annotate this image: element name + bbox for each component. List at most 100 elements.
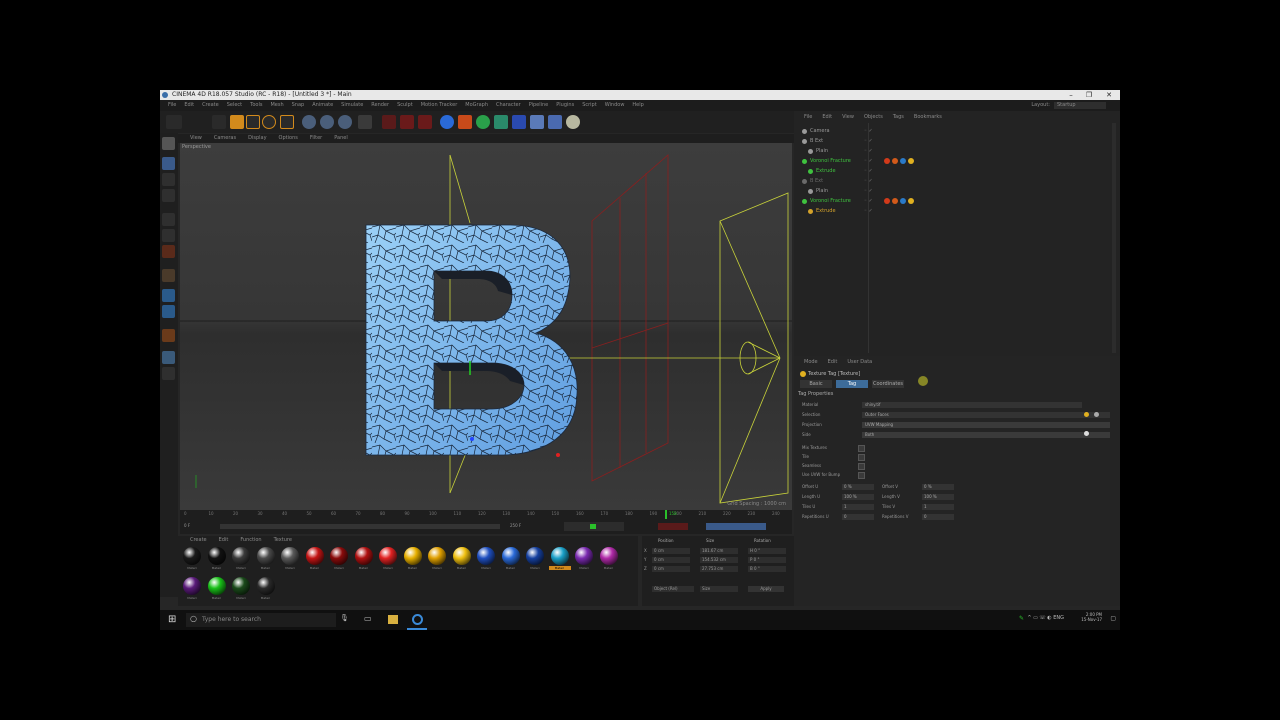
rotation-field[interactable]: B 0 ° <box>748 566 786 572</box>
rotation-field[interactable]: H 0 ° <box>748 548 786 554</box>
menu-item[interactable]: Tools <box>250 100 262 111</box>
select-icon[interactable] <box>212 115 226 129</box>
model-mode-icon[interactable] <box>162 157 175 170</box>
uv-field[interactable]: 0 <box>842 514 874 520</box>
object-menu-item[interactable]: Edit <box>822 113 832 122</box>
object-name[interactable]: Voronoi Fracture <box>810 197 851 206</box>
material-menu-item[interactable]: Create <box>190 536 207 544</box>
undo-icon[interactable] <box>166 115 182 129</box>
checkbox[interactable] <box>858 472 865 479</box>
material-swatch[interactable]: Materi <box>378 546 398 570</box>
end-frame[interactable]: 250 F <box>510 523 521 528</box>
attribute-menu-item[interactable]: Edit <box>828 358 838 367</box>
tag-icon[interactable] <box>908 158 914 164</box>
z-axis-icon[interactable] <box>338 115 352 129</box>
tray-app-icon[interactable]: ✎ <box>1019 615 1024 622</box>
position-field[interactable]: 0 cm <box>652 548 690 554</box>
viewport-menu-item[interactable]: View <box>190 134 202 143</box>
move-icon[interactable] <box>230 115 244 129</box>
menu-item[interactable]: MoGraph <box>465 100 488 111</box>
x-axis-icon[interactable] <box>302 115 316 129</box>
menu-item[interactable]: File <box>168 100 176 111</box>
uv-field[interactable]: 1 <box>842 504 874 510</box>
material-swatch[interactable]: Materi <box>182 546 202 570</box>
play-icon[interactable] <box>590 524 596 529</box>
subdivision-icon[interactable] <box>476 115 490 129</box>
visibility-flags[interactable]: ◦ ✓ <box>864 167 878 176</box>
material-menu-item[interactable]: Edit <box>219 536 229 544</box>
object-name[interactable]: Plain <box>816 147 828 156</box>
tweak-icon[interactable] <box>162 289 175 302</box>
material-menu-item[interactable]: Texture <box>274 536 292 544</box>
menu-item[interactable]: Pipeline <box>529 100 549 111</box>
object-row[interactable]: B Ext ◦ ✓ <box>800 177 1110 186</box>
viewport-menu-item[interactable]: Display <box>248 134 266 143</box>
object-name[interactable]: B Ext <box>810 137 823 146</box>
field-dropdown[interactable]: UVW Mapping <box>862 422 1110 428</box>
menu-item[interactable]: Mesh <box>270 100 283 111</box>
size-mode-select[interactable]: Size <box>700 586 738 592</box>
tab-tag[interactable]: Tag <box>836 380 868 388</box>
menu-item[interactable]: Create <box>202 100 219 111</box>
array-icon[interactable] <box>494 115 508 129</box>
visibility-flags[interactable]: ◦ ✓ <box>864 197 878 206</box>
menu-item[interactable]: Simulate <box>341 100 363 111</box>
tag-icon[interactable] <box>900 158 906 164</box>
coordinate-mode-select[interactable]: Object (Rel) <box>652 586 694 592</box>
object-scrollbar[interactable] <box>1112 123 1116 353</box>
rotate-icon[interactable] <box>262 115 276 129</box>
minimize-button[interactable]: – <box>1064 90 1078 100</box>
coordinate-system-icon[interactable] <box>358 115 372 129</box>
object-name[interactable]: Plain <box>816 187 828 196</box>
object-menu-item[interactable]: Objects <box>864 113 883 122</box>
microphone-icon[interactable]: 🎙 <box>340 614 349 622</box>
viewport-menu-item[interactable]: Panel <box>334 134 348 143</box>
object-menu-item[interactable]: View <box>842 113 854 122</box>
key-mode-icons[interactable] <box>706 523 766 530</box>
object-row[interactable]: Camera ◦ ✓ <box>800 127 1110 136</box>
material-swatch[interactable]: Materi <box>231 576 251 600</box>
object-name[interactable]: Voronoi Fracture <box>810 157 851 166</box>
rotation-field[interactable]: P 0 ° <box>748 557 786 563</box>
y-axis-icon[interactable] <box>320 115 334 129</box>
material-swatch[interactable]: Materi <box>182 576 202 600</box>
menu-item[interactable]: Script <box>582 100 597 111</box>
material-swatch[interactable]: Materi <box>305 546 325 570</box>
uv-field[interactable]: 100 % <box>922 494 954 500</box>
render-settings-icon[interactable] <box>418 115 432 129</box>
material-swatch[interactable]: Materi <box>476 546 496 570</box>
maximize-button[interactable]: ❐ <box>1082 90 1096 100</box>
material-swatch[interactable]: Materi <box>501 546 521 570</box>
workplane-lock-icon[interactable] <box>162 329 175 342</box>
material-swatch[interactable]: Materi <box>280 546 300 570</box>
visibility-flags[interactable]: ◦ ✓ <box>864 137 878 146</box>
light-icon[interactable] <box>566 115 580 129</box>
material-swatch[interactable]: Materi <box>452 546 472 570</box>
attribute-menu-item[interactable]: User Data <box>847 358 872 367</box>
object-menu-item[interactable]: Bookmarks <box>914 113 942 122</box>
object-row[interactable]: Extrude ◦ ✓ <box>800 207 1110 216</box>
cube-icon[interactable] <box>440 115 454 129</box>
layout-select[interactable]: Startup <box>1054 102 1106 109</box>
object-name[interactable]: B Ext <box>810 177 823 186</box>
checkbox[interactable] <box>858 454 865 461</box>
visibility-flags[interactable]: ◦ ✓ <box>864 127 878 136</box>
checkbox[interactable] <box>858 463 865 470</box>
tag-icon[interactable] <box>892 158 898 164</box>
visibility-flags[interactable]: ◦ ✓ <box>864 177 878 186</box>
viewport-menu-item[interactable]: Options <box>279 134 298 143</box>
snap-icon[interactable] <box>162 305 175 318</box>
timeline[interactable]: 0 10 20 30 40 50 60 70 80 90 100 110 120 130 140 150 160… <box>180 510 792 534</box>
workplane-icon[interactable] <box>162 189 175 202</box>
timeline-ruler[interactable]: 0 10 20 30 40 50 60 70 80 90 100 110 120 130 140 150 160… <box>180 510 792 519</box>
windows-start-icon[interactable]: ⊞ <box>168 614 176 626</box>
transform-icon[interactable] <box>280 115 294 129</box>
size-field[interactable]: 181.67 cm <box>700 548 738 554</box>
menu-item[interactable]: Character <box>496 100 521 111</box>
menu-item[interactable]: Snap <box>292 100 305 111</box>
material-swatch[interactable]: Materi <box>574 546 594 570</box>
menu-item[interactable]: Help <box>632 100 643 111</box>
render-picture-viewer-icon[interactable] <box>400 115 414 129</box>
points-mode-icon[interactable] <box>162 213 175 226</box>
material-swatch[interactable]: Materi <box>599 546 619 570</box>
